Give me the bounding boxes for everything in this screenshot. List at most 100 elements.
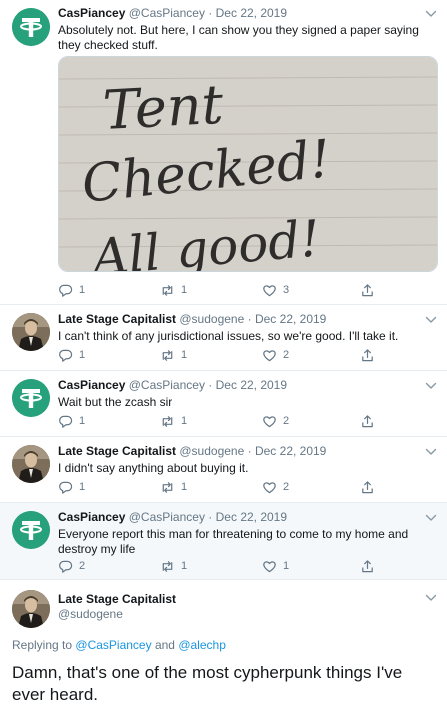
focused-tweet-text: Damn, that's one of the most cypherpunk … <box>12 663 403 704</box>
share-button[interactable] <box>360 413 375 429</box>
retweet-count: 1 <box>181 349 188 361</box>
like-button[interactable]: 1 <box>262 558 289 574</box>
reply-icon <box>58 559 73 574</box>
retweet-count: 1 <box>181 415 188 427</box>
reply-count: 1 <box>79 481 86 493</box>
retweet-button[interactable]: 1 <box>160 347 187 363</box>
tweet-photo[interactable]: Tent Checked! All good! <box>58 56 438 272</box>
separator: · <box>247 444 252 458</box>
like-button[interactable]: 2 <box>262 413 289 429</box>
reply-count: 2 <box>79 560 86 572</box>
reply-button[interactable]: 1 <box>58 347 85 363</box>
reply-count: 1 <box>79 415 86 427</box>
separator: · <box>208 510 213 524</box>
retweet-button[interactable]: 1 <box>160 479 187 495</box>
tweet-text: Everyone report this man for threatening… <box>58 527 409 556</box>
reply-button[interactable]: 1 <box>58 479 85 495</box>
tether-logo-icon[interactable] <box>12 511 50 549</box>
reply-button[interactable]: 1 <box>58 413 85 429</box>
retweet-icon <box>160 559 175 574</box>
person-avatar-icon[interactable] <box>12 590 50 628</box>
tweet-date[interactable]: Dec 22, 2019 <box>216 6 287 20</box>
share-icon <box>360 283 375 298</box>
author-handle[interactable]: @CasPiancey <box>129 6 205 20</box>
author-handle[interactable]: @sudogene <box>179 444 244 458</box>
tweet-text: I didn't say anything about buying it. <box>58 461 249 475</box>
chevron-down-icon[interactable] <box>425 514 437 522</box>
author-name[interactable]: CasPiancey <box>58 510 125 524</box>
like-count: 1 <box>283 560 290 572</box>
replying-prefix: Replying to <box>12 638 73 652</box>
chevron-down-icon[interactable] <box>425 448 437 456</box>
reply-icon <box>58 283 73 298</box>
tweet[interactable]: CasPiancey @CasPiancey · Dec 22, 2019 Ab… <box>0 0 447 305</box>
chevron-down-icon[interactable] <box>425 594 437 602</box>
tweet-date[interactable]: Dec 22, 2019 <box>255 312 326 326</box>
mention-link[interactable]: @CasPiancey <box>75 638 151 652</box>
like-icon <box>262 480 277 495</box>
reply-icon <box>58 348 73 363</box>
photo-handwriting-line-1: Tent <box>101 73 225 142</box>
share-button[interactable] <box>360 282 375 298</box>
share-icon <box>360 480 375 495</box>
like-count: 2 <box>283 415 290 427</box>
retweet-button[interactable]: 1 <box>160 413 187 429</box>
reply-button[interactable]: 1 <box>58 282 85 298</box>
reply-button[interactable]: 2 <box>58 558 85 574</box>
person-avatar-icon[interactable] <box>12 445 50 483</box>
like-count: 2 <box>283 481 290 493</box>
reply-icon <box>58 414 73 429</box>
tweet-date[interactable]: Dec 22, 2019 <box>216 378 287 392</box>
author-name[interactable]: Late Stage Capitalist <box>58 312 176 326</box>
mention-link[interactable]: @alechp <box>178 638 226 652</box>
like-button[interactable]: 2 <box>262 347 289 363</box>
tweet-date[interactable]: Dec 22, 2019 <box>216 510 287 524</box>
like-count: 2 <box>283 349 290 361</box>
separator: · <box>247 312 252 326</box>
tether-logo-icon[interactable] <box>12 379 50 417</box>
author-name[interactable]: CasPiancey <box>58 6 125 20</box>
share-button[interactable] <box>360 347 375 363</box>
tether-logo-icon[interactable] <box>12 8 50 46</box>
retweet-count: 1 <box>181 284 188 296</box>
share-icon <box>360 348 375 363</box>
share-icon <box>360 414 375 429</box>
retweet-button[interactable]: 1 <box>160 282 187 298</box>
chevron-down-icon[interactable] <box>425 382 437 390</box>
author-name[interactable]: Late Stage Capitalist <box>58 444 176 458</box>
share-icon <box>360 559 375 574</box>
like-count: 3 <box>283 284 290 296</box>
like-icon <box>262 283 277 298</box>
author-handle[interactable]: @sudogene <box>179 312 244 326</box>
tweet-text: I can't think of any jurisdictional issu… <box>58 329 399 343</box>
chevron-down-icon[interactable] <box>425 316 437 324</box>
share-button[interactable] <box>360 479 375 495</box>
author-name[interactable]: CasPiancey <box>58 378 125 392</box>
tweet-parent[interactable]: CasPiancey @CasPiancey · Dec 22, 2019 Ev… <box>0 503 447 580</box>
tweet[interactable]: CasPiancey @CasPiancey · Dec 22, 2019 Wa… <box>0 371 447 437</box>
share-button[interactable] <box>360 558 375 574</box>
separator: · <box>208 378 213 392</box>
replying-to: Replying to @CasPiancey and @alechp <box>12 638 226 652</box>
author-handle[interactable]: @CasPiancey <box>129 510 205 524</box>
focused-tweet: Late Stage Capitalist @sudogene Replying… <box>0 580 447 711</box>
retweet-icon <box>160 480 175 495</box>
separator: · <box>208 6 213 20</box>
retweet-button[interactable]: 1 <box>160 558 187 574</box>
author-handle[interactable]: @sudogene <box>58 607 176 622</box>
retweet-icon <box>160 414 175 429</box>
like-button[interactable]: 3 <box>262 282 289 298</box>
tweet-text: Absolutely not. But here, I can show you… <box>58 23 419 52</box>
tweet-text: Wait but the zcash sir <box>58 395 173 409</box>
retweet-count: 1 <box>181 481 188 493</box>
tweet[interactable]: Late Stage Capitalist @sudogene · Dec 22… <box>0 437 447 503</box>
person-avatar-icon[interactable] <box>12 313 50 351</box>
author-handle[interactable]: @CasPiancey <box>129 378 205 392</box>
like-icon <box>262 559 277 574</box>
tweet-date[interactable]: Dec 22, 2019 <box>255 444 326 458</box>
like-button[interactable]: 2 <box>262 479 289 495</box>
author-name[interactable]: Late Stage Capitalist <box>58 592 176 607</box>
reply-count: 1 <box>79 349 86 361</box>
chevron-down-icon[interactable] <box>425 10 437 18</box>
tweet[interactable]: Late Stage Capitalist @sudogene · Dec 22… <box>0 305 447 371</box>
